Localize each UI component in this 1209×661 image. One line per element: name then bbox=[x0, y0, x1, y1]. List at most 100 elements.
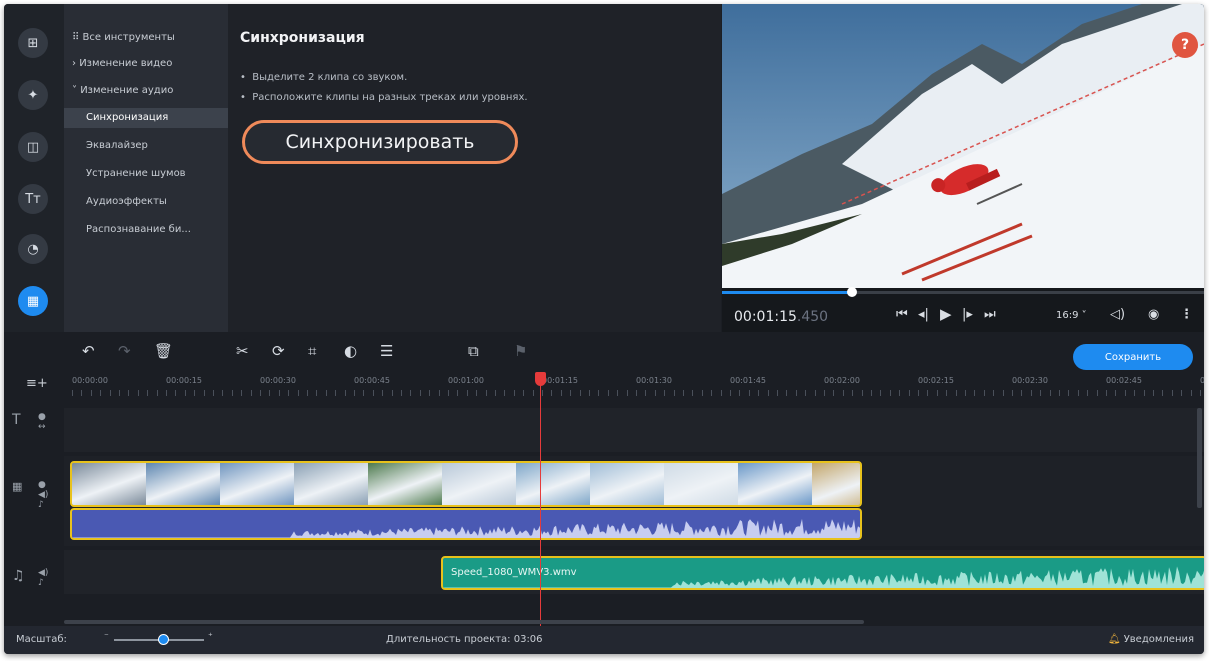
ruler-tick bbox=[589, 390, 590, 396]
zoom-in-icon[interactable]: ⁺ bbox=[208, 632, 213, 642]
color-adjust-icon[interactable]: ◐ bbox=[344, 342, 357, 360]
aspect-ratio-select[interactable]: 16:9 ˅ bbox=[1056, 310, 1087, 321]
stickers-icon[interactable]: ◔ bbox=[18, 234, 48, 264]
play-icon[interactable]: ▶ bbox=[940, 305, 952, 323]
ruler-tick bbox=[673, 390, 675, 396]
step-forward-icon[interactable]: |▸ bbox=[962, 307, 973, 322]
video-clip[interactable] bbox=[70, 461, 862, 507]
playhead-handle[interactable] bbox=[535, 372, 546, 386]
ruler-tick bbox=[1059, 390, 1060, 396]
playback-progress[interactable] bbox=[722, 287, 1204, 297]
vertical-scrollbar[interactable] bbox=[1197, 408, 1202, 508]
visibility-icon[interactable]: ● ↔ bbox=[38, 412, 46, 432]
ruler-tick bbox=[401, 390, 402, 396]
app-window: ⊞ ✦ ◫ Tт ◔ ▦ ⠿ Все инструменты › Изменен… bbox=[4, 4, 1204, 654]
ruler-tick-label: 00:01:30 bbox=[636, 376, 672, 385]
import-icon[interactable]: ⊞ bbox=[18, 28, 48, 58]
step-back-icon[interactable]: ◂| bbox=[918, 307, 929, 322]
bullet-2: • Расположите клипы на разных треках или… bbox=[240, 92, 528, 103]
ruler-tick bbox=[636, 390, 637, 396]
delete-icon[interactable]: 🗑 bbox=[154, 342, 173, 360]
ruler-tick bbox=[983, 390, 985, 396]
video-thumbnail bbox=[664, 463, 739, 505]
playhead[interactable] bbox=[540, 372, 541, 626]
ruler-tick bbox=[1162, 390, 1164, 396]
ruler-tick bbox=[194, 390, 196, 396]
ruler-tick bbox=[786, 390, 788, 396]
scale-slider-knob[interactable] bbox=[158, 634, 169, 645]
ruler-tick bbox=[824, 390, 825, 396]
notifications-link[interactable]: 🔔︎ Уведомления bbox=[1108, 634, 1194, 645]
snapshot-icon[interactable]: ◉ bbox=[1148, 307, 1159, 322]
ruler-tick bbox=[128, 390, 130, 396]
ruler-tick bbox=[81, 390, 83, 396]
marker-icon[interactable]: ⚑ bbox=[514, 342, 527, 360]
more-options-icon[interactable]: ⋮ bbox=[1180, 307, 1193, 322]
ruler-tick-label: 00:02:15 bbox=[918, 376, 954, 385]
ruler-tick bbox=[325, 390, 327, 396]
audio-edit-item[interactable]: ˅ Изменение аудио bbox=[72, 81, 173, 101]
video-preview: ? bbox=[722, 4, 1204, 288]
ruler-tick bbox=[1068, 390, 1070, 396]
tool-beat-detect-item[interactable]: Распознавание би... bbox=[86, 220, 191, 240]
more-tools-icon[interactable]: ▦ bbox=[18, 286, 48, 316]
video-audio-clip[interactable] bbox=[70, 508, 862, 540]
title-lane[interactable] bbox=[64, 408, 1204, 452]
overlay-icon[interactable]: ⧉ bbox=[468, 342, 479, 360]
clip-properties-icon[interactable]: ☰ bbox=[380, 342, 393, 360]
undo-icon[interactable]: ↶ bbox=[82, 342, 95, 360]
synchronize-button[interactable]: Синхронизировать bbox=[242, 120, 518, 164]
ruler-tick bbox=[833, 390, 835, 396]
zoom-out-icon[interactable]: ⁻ bbox=[104, 632, 109, 642]
ruler-tick bbox=[203, 390, 205, 396]
ruler-tick bbox=[260, 390, 261, 396]
audio-controls-icon[interactable]: ◀) ♪ bbox=[38, 568, 48, 588]
cut-icon[interactable]: ✂ bbox=[236, 342, 249, 360]
bell-icon: 🔔︎ bbox=[1107, 634, 1124, 645]
ruler-tick bbox=[936, 390, 938, 396]
all-tools-item[interactable]: ⠿ Все инструменты bbox=[72, 28, 175, 48]
skip-end-icon[interactable]: ⏭ bbox=[984, 307, 996, 322]
redo-icon[interactable]: ↷ bbox=[118, 342, 131, 360]
transitions-icon[interactable]: ◫ bbox=[18, 132, 48, 162]
ruler-tick bbox=[814, 390, 816, 396]
tool-sync-item[interactable]: Синхронизация bbox=[64, 108, 228, 128]
titles-icon[interactable]: Tт bbox=[18, 184, 48, 214]
ruler-tick-label: 00:01:00 bbox=[448, 376, 484, 385]
ruler-tick bbox=[72, 390, 73, 396]
scale-slider[interactable] bbox=[114, 634, 204, 645]
magic-wand-icon[interactable]: ✦ bbox=[18, 80, 48, 110]
ruler-tick bbox=[109, 390, 111, 396]
skip-start-icon[interactable]: ⏮ bbox=[896, 307, 908, 322]
ruler-tick bbox=[795, 390, 797, 396]
music-note-icon: ♫ bbox=[12, 568, 25, 584]
ruler-tick bbox=[1049, 390, 1051, 396]
tool-audio-effects-item[interactable]: Аудиоэффекты bbox=[86, 192, 167, 212]
track-controls-icon[interactable]: ● ◀) ♪ bbox=[38, 480, 48, 510]
ruler-tick bbox=[410, 390, 412, 396]
progress-fill bbox=[722, 291, 853, 294]
tool-panel: Синхронизация • Выделите 2 клипа со звук… bbox=[228, 4, 721, 332]
save-button[interactable]: Сохранить bbox=[1073, 344, 1193, 370]
status-bar: Масштаб: ⁻ ⁺ Длительность проекта: 03:06… bbox=[4, 626, 1204, 654]
crop-icon[interactable]: ⌗ bbox=[308, 342, 316, 360]
ruler-tick bbox=[250, 390, 252, 396]
ruler-tick bbox=[485, 390, 487, 396]
timeline-toolbar: ↶ ↷ 🗑 ✂ ⟳ ⌗ ◐ ☰ ⧉ ⚑ bbox=[4, 334, 1204, 368]
progress-knob[interactable] bbox=[847, 287, 858, 297]
video-thumbnail bbox=[368, 463, 443, 505]
ruler-tick bbox=[184, 390, 186, 396]
rotate-icon[interactable]: ⟳ bbox=[272, 342, 285, 360]
ruler-tick bbox=[861, 390, 863, 396]
help-button[interactable]: ? bbox=[1172, 32, 1198, 58]
tool-noise-item[interactable]: Устранение шумов bbox=[86, 164, 186, 184]
time-ruler[interactable]: 00:00:00 00:00:15 00:00:30 00:00:45 00:01:00… bbox=[64, 370, 1204, 398]
add-track-icon[interactable]: ≡+ bbox=[26, 376, 48, 391]
tool-equalizer-item[interactable]: Эквалайзер bbox=[86, 136, 148, 156]
video-edit-item[interactable]: › Изменение видео bbox=[72, 54, 172, 74]
ruler-tick bbox=[542, 390, 543, 396]
horizontal-scrollbar[interactable] bbox=[64, 620, 864, 624]
music-clip[interactable]: Speed_1080_WMV3.wmv bbox=[441, 556, 1204, 590]
ruler-tick bbox=[495, 390, 496, 396]
volume-icon[interactable]: ◁) bbox=[1110, 307, 1125, 322]
